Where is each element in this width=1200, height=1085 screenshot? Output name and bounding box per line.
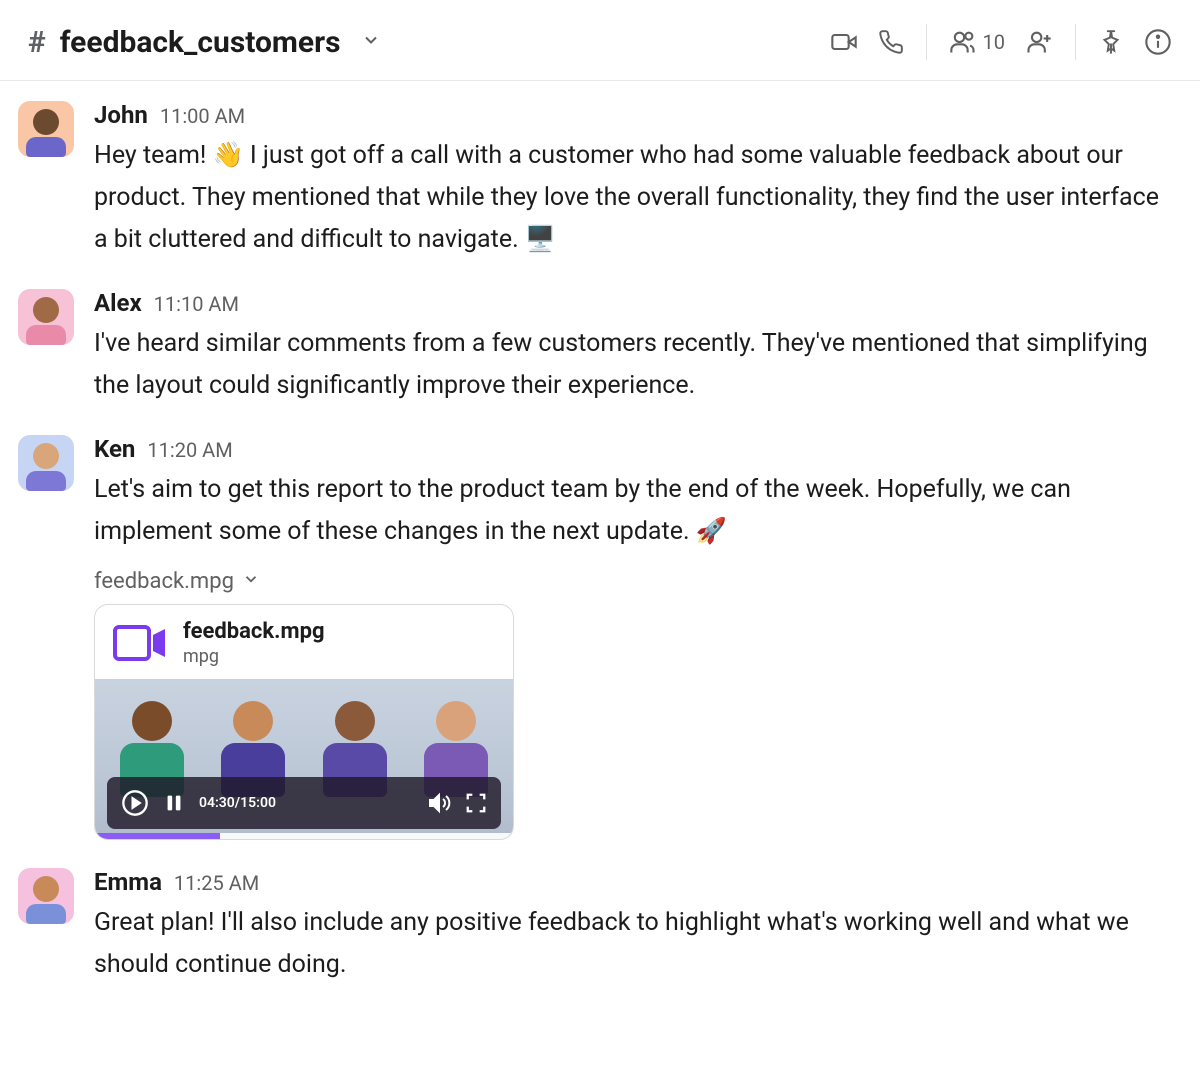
video-progress-fill bbox=[95, 833, 220, 839]
info-icon[interactable] bbox=[1144, 28, 1172, 56]
channel-header: # feedback_customers 10 bbox=[0, 0, 1200, 81]
divider bbox=[926, 24, 927, 60]
attachment-filetype: mpg bbox=[183, 646, 325, 667]
video-call-icon[interactable] bbox=[830, 28, 858, 56]
hash-icon: # bbox=[28, 25, 46, 60]
message-header: Ken 11:20 AM bbox=[94, 435, 1176, 463]
chevron-down-icon bbox=[242, 569, 260, 594]
message: Ken 11:20 AM Let's aim to get this report … bbox=[18, 423, 1186, 856]
channel-title-button[interactable]: # feedback_customers bbox=[28, 25, 381, 60]
message-header: John 11:00 AM bbox=[94, 101, 1176, 129]
pause-icon[interactable] bbox=[163, 792, 185, 814]
member-count-button[interactable]: 10 bbox=[949, 28, 1005, 56]
avatar[interactable] bbox=[18, 868, 74, 924]
username[interactable]: Ken bbox=[94, 435, 135, 463]
username[interactable]: Emma bbox=[94, 868, 162, 896]
phone-call-icon[interactable] bbox=[878, 29, 904, 55]
attachment-toggle[interactable]: feedback.mpg bbox=[94, 569, 1176, 594]
message-body: Emma 11:25 AM Great plan! I'll also includ… bbox=[94, 868, 1176, 986]
avatar[interactable] bbox=[18, 101, 74, 157]
video-preview[interactable]: 04:30/15:00 bbox=[95, 679, 513, 839]
message-text: I've heard similar comments from a few c… bbox=[94, 323, 1176, 407]
username[interactable]: John bbox=[94, 101, 148, 129]
video-time: 04:30/15:00 bbox=[199, 795, 276, 811]
message: Emma 11:25 AM Great plan! I'll also includ… bbox=[18, 856, 1186, 1002]
volume-icon[interactable] bbox=[427, 791, 451, 815]
timestamp: 11:00 AM bbox=[160, 104, 245, 128]
message: Alex 11:10 AM I've heard similar comments … bbox=[18, 277, 1186, 423]
header-actions: 10 bbox=[830, 24, 1172, 60]
timestamp: 11:25 AM bbox=[174, 871, 259, 895]
video-progress-track[interactable] bbox=[95, 833, 513, 839]
fullscreen-icon[interactable] bbox=[465, 792, 487, 814]
add-person-icon[interactable] bbox=[1025, 28, 1053, 56]
video-file-icon bbox=[113, 623, 167, 663]
channel-name: feedback_customers bbox=[60, 25, 341, 60]
chevron-down-icon bbox=[361, 30, 381, 54]
member-count-value: 10 bbox=[983, 30, 1005, 54]
message-body: Alex 11:10 AM I've heard similar comments … bbox=[94, 289, 1176, 407]
username[interactable]: Alex bbox=[94, 289, 142, 317]
message-header: Alex 11:10 AM bbox=[94, 289, 1176, 317]
message-body: John 11:00 AM Hey team! 👋 I just got off a… bbox=[94, 101, 1176, 261]
attachment-label-text: feedback.mpg bbox=[94, 569, 234, 594]
message-text: Great plan! I'll also include any positi… bbox=[94, 902, 1176, 986]
video-controls: 04:30/15:00 bbox=[107, 777, 501, 829]
timestamp: 11:20 AM bbox=[147, 438, 232, 462]
avatar[interactable] bbox=[18, 435, 74, 491]
chat-app: # feedback_customers 10 bbox=[0, 0, 1200, 1085]
attachment-header: feedback.mpgmpg bbox=[95, 605, 513, 679]
messages-list[interactable]: John 11:00 AM Hey team! 👋 I just got off a… bbox=[0, 81, 1200, 1085]
attachment-card[interactable]: feedback.mpgmpg 04:30/15:00 bbox=[94, 604, 514, 840]
timestamp: 11:10 AM bbox=[154, 292, 239, 316]
message: John 11:00 AM Hey team! 👋 I just got off a… bbox=[18, 89, 1186, 277]
divider bbox=[1075, 24, 1076, 60]
message-body: Ken 11:20 AM Let's aim to get this report … bbox=[94, 435, 1176, 840]
play-icon[interactable] bbox=[121, 789, 149, 817]
pin-icon[interactable] bbox=[1098, 29, 1124, 55]
message-text: Let's aim to get this report to the prod… bbox=[94, 469, 1176, 553]
message-header: Emma 11:25 AM bbox=[94, 868, 1176, 896]
message-text: Hey team! 👋 I just got off a call with a… bbox=[94, 135, 1176, 261]
avatar[interactable] bbox=[18, 289, 74, 345]
attachment-filename: feedback.mpg bbox=[183, 619, 325, 644]
